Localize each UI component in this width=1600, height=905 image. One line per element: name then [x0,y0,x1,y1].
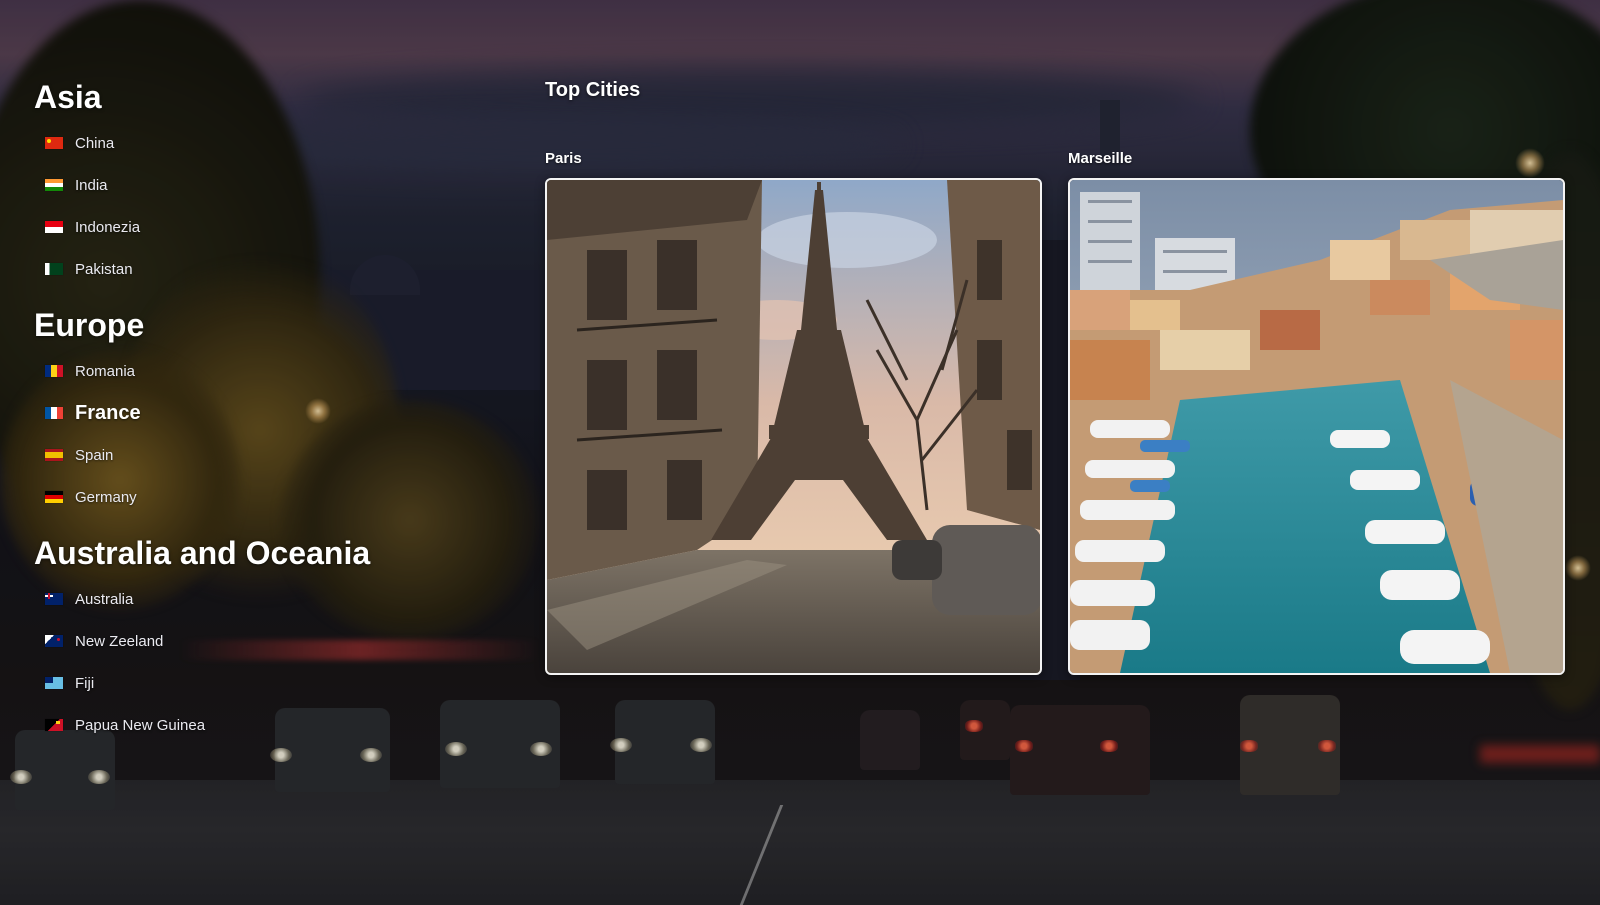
country-item-fiji[interactable]: Fiji [34,662,454,704]
marseille-harbor-photo[interactable] [1068,178,1565,675]
pakistan-flag-icon [45,263,63,275]
country-label: Indonezia [75,218,141,236]
region-oceania: Australia and Oceania Australia New Zeel… [34,532,454,746]
country-list: China India Indonezia Pakistan [34,122,454,290]
romania-flag-icon [45,365,63,377]
country-label: Australia [75,590,134,608]
country-label: India [75,176,108,194]
country-label: Fiji [75,674,95,692]
papua-new-guinea-flag-icon [45,719,63,731]
region-title: Europe [34,307,145,343]
china-flag-icon [45,137,63,149]
region-sidebar: Asia China India Indonezia Pakistan Euro… [34,76,454,760]
section-title: Top Cities [545,79,641,101]
region-asia: Asia China India Indonezia Pakistan [34,76,454,290]
country-list: Romania France Spain Germany [34,350,454,518]
city-name: Marseille [1068,150,1133,167]
new-zealand-flag-icon [45,635,63,647]
country-item-spain[interactable]: Spain [34,434,454,476]
region-title: Asia [34,79,102,115]
country-item-australia[interactable]: Australia [34,578,454,620]
city-card-list: Paris Marseille [545,148,1570,675]
country-item-germany[interactable]: Germany [34,476,454,518]
country-label: Papua New Guinea [75,716,206,734]
country-label: Romania [75,362,136,380]
country-label: China [75,134,115,152]
australia-flag-icon [45,593,63,605]
country-item-india[interactable]: India [34,164,454,206]
country-label: Spain [75,446,114,464]
country-label: Germany [75,488,137,506]
country-item-pakistan[interactable]: Pakistan [34,248,454,290]
india-flag-icon [45,179,63,191]
country-item-new-zeeland[interactable]: New Zeeland [34,620,454,662]
france-flag-icon [45,407,63,419]
country-item-indonezia[interactable]: Indonezia [34,206,454,248]
country-item-romania[interactable]: Romania [34,350,454,392]
city-card-paris[interactable]: Paris [545,148,1042,675]
city-card-marseille[interactable]: Marseille [1068,148,1565,675]
eiffel-tower-photo[interactable] [545,178,1042,675]
country-label: New Zeeland [75,632,164,650]
fiji-flag-icon [45,677,63,689]
country-list: Australia New Zeeland Fiji Papua New Gui… [34,578,454,746]
city-name: Paris [545,150,582,167]
indonesia-flag-icon [45,221,63,233]
country-item-france[interactable]: France [34,392,454,434]
country-label: France [75,401,141,424]
spain-flag-icon [45,449,63,461]
top-cities-section: Top Cities Paris Marseille [545,76,1570,675]
country-item-china[interactable]: China [34,122,454,164]
germany-flag-icon [45,491,63,503]
region-europe: Europe Romania France Spain Germany [34,304,454,518]
country-label: Pakistan [75,260,133,278]
region-title: Australia and Oceania [34,535,371,571]
country-item-papua-new-guinea[interactable]: Papua New Guinea [34,704,454,746]
